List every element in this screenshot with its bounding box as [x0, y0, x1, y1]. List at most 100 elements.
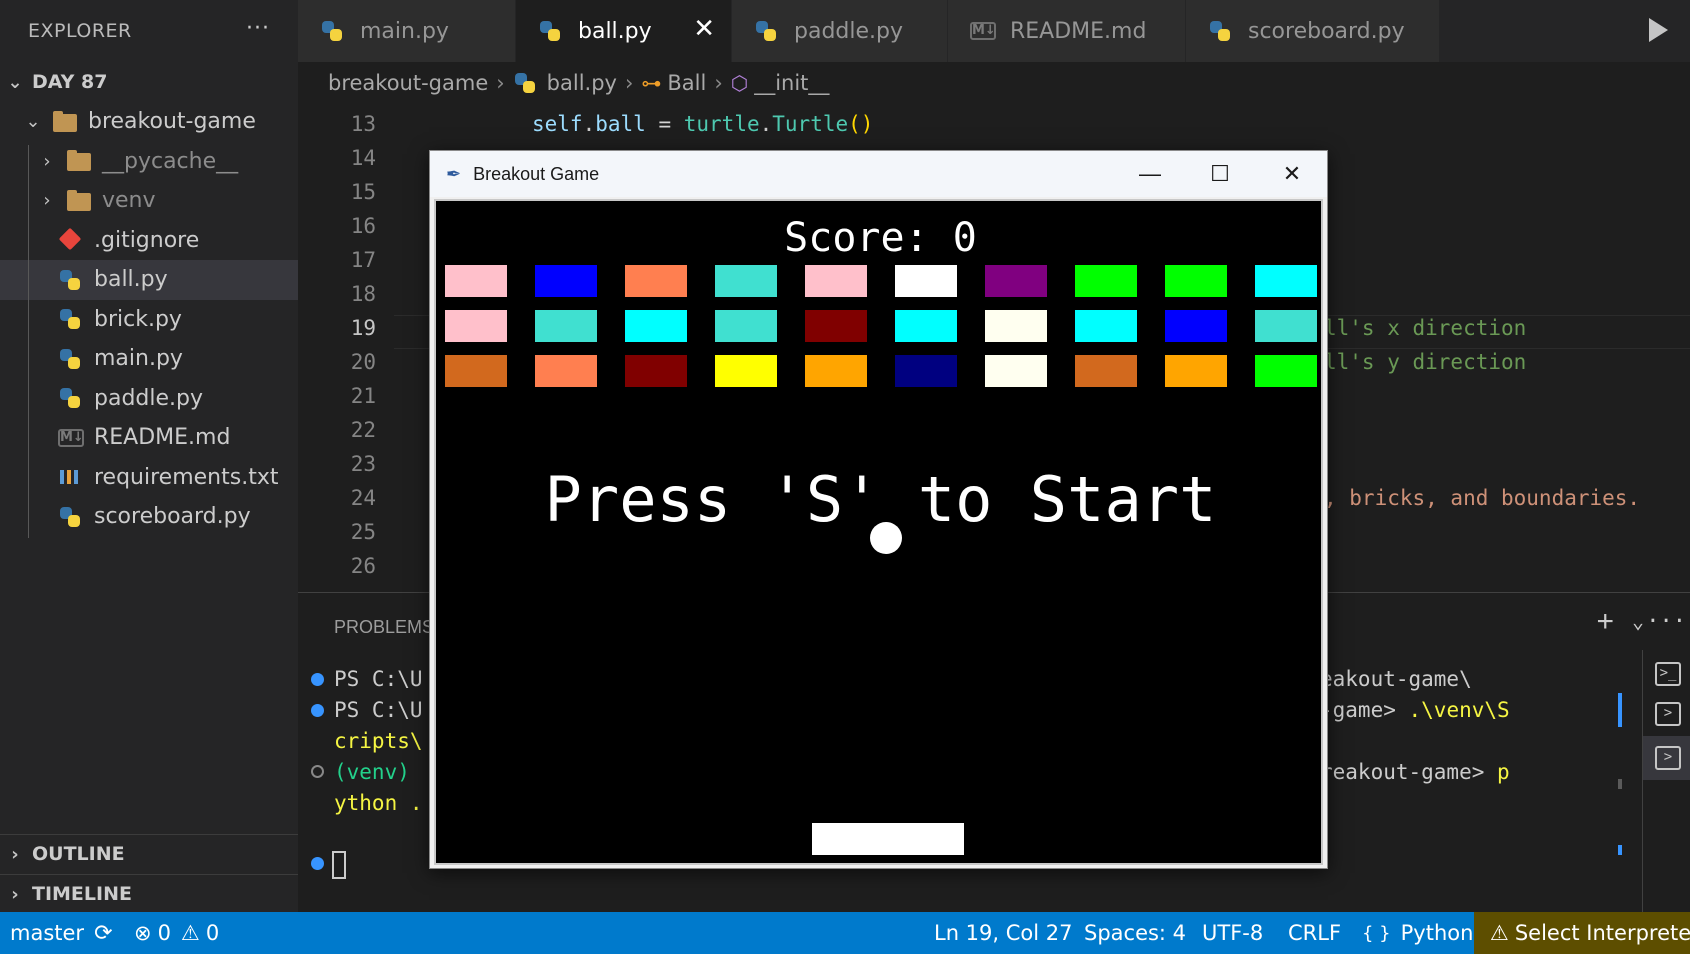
- minimize-button[interactable]: —: [1115, 151, 1185, 197]
- python-icon: [1208, 20, 1234, 42]
- folder-breakout-game[interactable]: ⌄ breakout-game: [0, 102, 298, 142]
- command-pending-dot: [311, 765, 324, 778]
- file-item[interactable]: brick.py: [0, 300, 298, 340]
- select-interpreter[interactable]: ⚠ Select Interpreter: [1474, 912, 1690, 954]
- brick: [625, 355, 687, 387]
- brick: [1165, 355, 1227, 387]
- line-number: 23: [350, 452, 376, 476]
- brick: [1075, 310, 1137, 342]
- brick: [985, 310, 1047, 342]
- file-label: __pycache__: [102, 148, 239, 174]
- class-icon: ⊶: [641, 71, 662, 95]
- error-icon: ⊗: [134, 921, 152, 945]
- tab-paddle-py[interactable]: paddle.py: [732, 0, 948, 62]
- file-item[interactable]: › __pycache__: [0, 142, 298, 182]
- chevron-down-icon: ⌄: [7, 71, 23, 93]
- code-line-13: self.ball = turtle.Turtle(): [532, 112, 873, 136]
- indentation-status[interactable]: Spaces: 4: [1084, 912, 1186, 954]
- line-number: 16: [350, 214, 376, 238]
- maximize-button[interactable]: ☐: [1185, 151, 1255, 197]
- markdown-icon: M↓: [58, 428, 84, 447]
- file-item[interactable]: › venv: [0, 181, 298, 221]
- terminal-text: reakout-game>: [1320, 760, 1498, 784]
- python-icon: [58, 269, 84, 291]
- window-title: Breakout Game: [473, 163, 600, 184]
- breadcrumb-file[interactable]: ball.py: [547, 71, 617, 95]
- brick: [1165, 310, 1227, 342]
- breadcrumb-class[interactable]: Ball: [667, 71, 706, 95]
- brick: [1075, 355, 1137, 387]
- file-label: README.md: [94, 425, 231, 451]
- file-item[interactable]: requirements.txt: [0, 458, 298, 498]
- chevron-right-icon: ›: [43, 150, 51, 172]
- new-terminal-icon[interactable]: +: [1596, 605, 1614, 639]
- file-item[interactable]: ball.py: [0, 260, 298, 300]
- status-bar: master ⟳ ⊗ 0 ⚠ 0 Ln 19, Col 27 Spaces: 4…: [0, 912, 1690, 954]
- tab-main-py[interactable]: main.py: [298, 0, 516, 62]
- terminal-powershell-icon[interactable]: >_: [1655, 662, 1681, 686]
- terminal-icon[interactable]: >: [1655, 746, 1681, 770]
- branch-status[interactable]: master ⟳: [10, 912, 113, 954]
- python-icon: [58, 348, 84, 370]
- timeline-section[interactable]: › TIMELINE: [4, 874, 132, 914]
- brick: [895, 355, 957, 387]
- breadcrumb: breakout-game › ball.py › ⊶ Ball › ⬡ __i…: [298, 62, 1690, 104]
- file-item[interactable]: M↓ README.md: [0, 418, 298, 458]
- sync-icon[interactable]: ⟳: [94, 921, 112, 946]
- cursor-position[interactable]: Ln 19, Col 27: [934, 912, 1073, 954]
- more-actions-icon[interactable]: ···: [1646, 609, 1686, 634]
- breadcrumb-folder[interactable]: breakout-game: [328, 71, 488, 95]
- chevron-right-icon: ›: [11, 843, 19, 865]
- code-comment-20: ll's y direction: [1324, 350, 1527, 374]
- brick: [1255, 265, 1317, 297]
- encoding-status[interactable]: UTF-8: [1202, 912, 1263, 954]
- language-mode[interactable]: { } Python: [1362, 912, 1473, 954]
- file-item[interactable]: scoreboard.py: [0, 497, 298, 537]
- file-item[interactable]: main.py: [0, 339, 298, 379]
- line-number: 20: [350, 350, 376, 374]
- breadcrumb-method[interactable]: __init__: [754, 71, 829, 95]
- line-number: 13: [350, 112, 376, 136]
- python-icon: [58, 387, 84, 409]
- file-item[interactable]: .gitignore: [0, 221, 298, 261]
- close-icon[interactable]: ✕: [693, 14, 715, 44]
- file-label: brick.py: [94, 306, 182, 332]
- terminal-icon[interactable]: >: [1655, 702, 1681, 726]
- terminal-line: PS C:\U: [334, 698, 423, 722]
- code-self: self: [532, 112, 583, 136]
- explorer-sidebar: EXPLORER ··· ⌄ DAY 87 ⌄ breakout-game › _…: [0, 0, 298, 912]
- tab-readme-md[interactable]: M↓ README.md: [948, 0, 1186, 62]
- file-item[interactable]: paddle.py: [0, 379, 298, 419]
- window-titlebar[interactable]: ✒ Breakout Game — ☐ ✕: [430, 151, 1327, 197]
- more-actions-icon[interactable]: ···: [246, 16, 270, 41]
- branch-label: master: [10, 921, 85, 945]
- terminal-line: cripts\: [334, 729, 423, 753]
- python-icon: [320, 20, 346, 42]
- outline-section[interactable]: › OUTLINE: [4, 834, 125, 874]
- tab-scoreboard-py[interactable]: scoreboard.py: [1186, 0, 1440, 62]
- tab-problems[interactable]: PROBLEMS: [334, 617, 434, 638]
- terminal-text: .\venv\S: [1408, 698, 1510, 722]
- close-window-button[interactable]: ✕: [1257, 151, 1327, 197]
- chevron-down-icon[interactable]: ⌄: [1632, 609, 1644, 633]
- file-label: ball.py: [94, 267, 168, 293]
- command-success-dot: [311, 857, 324, 870]
- brick: [715, 265, 777, 297]
- breakout-game-window[interactable]: ✒ Breakout Game — ☐ ✕ Score: 0 Press 'S'…: [429, 150, 1328, 869]
- brick: [895, 310, 957, 342]
- tab-ball-py[interactable]: ball.py ✕: [516, 0, 732, 62]
- code-dot: .: [582, 112, 596, 136]
- workspace-root[interactable]: ⌄ DAY 87: [0, 62, 298, 102]
- brick: [1075, 265, 1137, 297]
- game-canvas[interactable]: Score: 0 Press 'S' to Start: [434, 199, 1323, 865]
- line-number: 25: [350, 520, 376, 544]
- eol-status[interactable]: CRLF: [1288, 912, 1341, 954]
- python-icon: [58, 506, 84, 528]
- terminal-line: -game> .\venv\S: [1320, 698, 1510, 722]
- file-label: .gitignore: [94, 227, 200, 253]
- run-icon[interactable]: [1649, 18, 1668, 42]
- problems-status[interactable]: ⊗ 0 ⚠ 0: [134, 912, 219, 954]
- code-func: Turtle: [772, 112, 849, 136]
- terminal-line: eakout-game\: [1320, 667, 1472, 691]
- outline-label: OUTLINE: [32, 843, 125, 865]
